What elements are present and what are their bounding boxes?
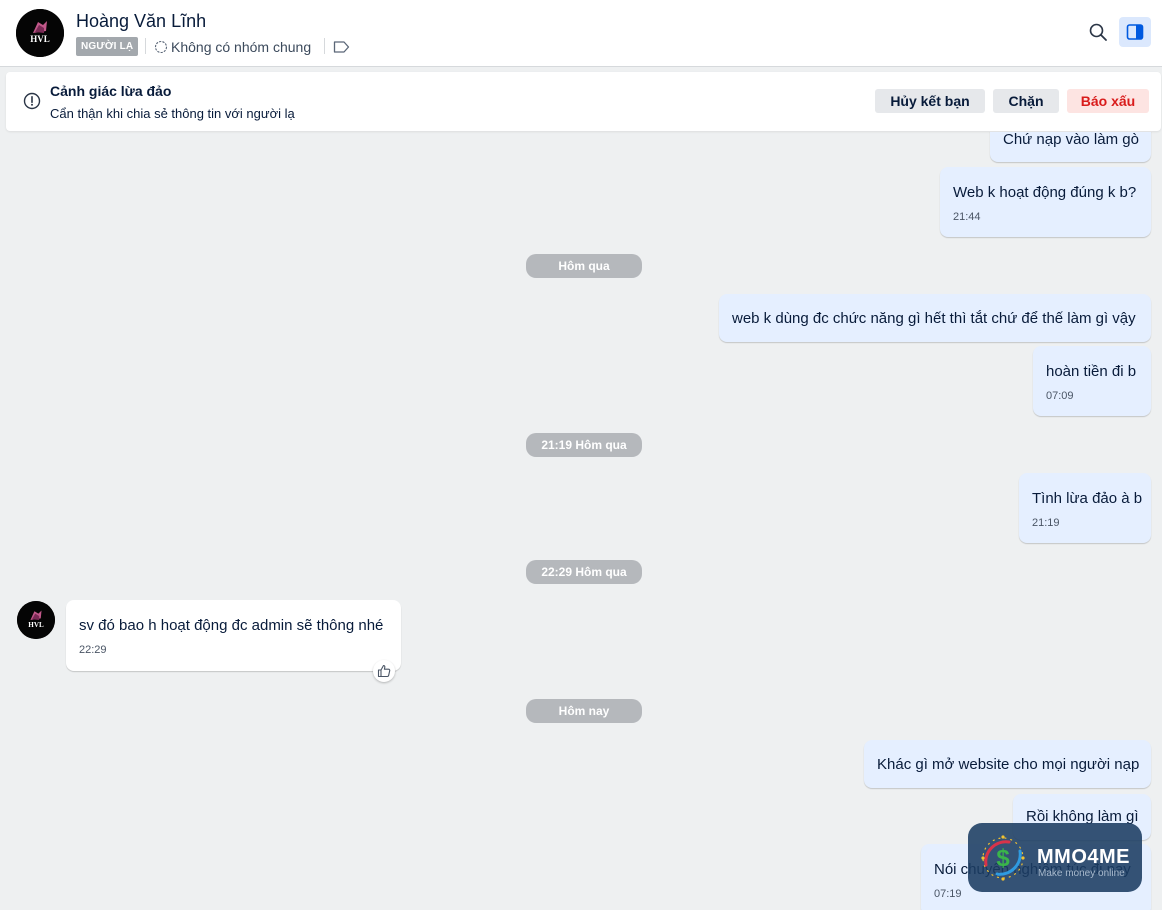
report-button[interactable]: Báo xấu [1067, 89, 1149, 113]
chat-window: HVL Hoàng Văn Lĩnh NGƯỜI LẠ Không có nhó… [0, 0, 1162, 910]
date-separator: Hôm nay [526, 699, 642, 723]
toggle-sidebar-button[interactable] [1119, 17, 1151, 47]
message-bubble[interactable]: Khác gì mở website cho mọi người nạp [864, 740, 1151, 788]
stranger-badge: NGƯỜI LẠ [76, 37, 139, 56]
mmo4me-watermark: $ MMO4ME Make money online [968, 823, 1142, 892]
watermark-tagline: Make money online [1038, 868, 1125, 879]
search-icon[interactable] [1088, 22, 1108, 42]
message-text: Web k hoạt động đúng k b? [953, 184, 1137, 201]
conversation-header: HVL Hoàng Văn Lĩnh NGƯỜI LẠ Không có nhó… [0, 0, 1162, 67]
message-bubble[interactable]: sv đó bao h hoạt động đc admin sẽ thông … [66, 600, 401, 671]
date-separator: 22:29 Hôm qua [526, 560, 642, 584]
header-divider [145, 38, 146, 54]
thumbs-up-icon [377, 664, 391, 678]
watermark-name: MMO4ME [1037, 846, 1130, 868]
banner-title: Cảnh giác lừa đảo [50, 83, 172, 99]
message-bubble[interactable]: Tình lừa đảo à b 21:19 [1019, 473, 1151, 543]
message-time: 21:19 [1032, 517, 1060, 529]
sender-avatar[interactable]: HVL [17, 601, 55, 639]
message-text: Khác gì mở website cho mọi người nạp [877, 756, 1140, 773]
message-text: web k dùng đc chức năng gì hết thì tắt c… [732, 310, 1136, 327]
header-divider [324, 38, 325, 54]
dollar-logo-icon: $ [981, 835, 1025, 881]
message-bubble[interactable]: Web k hoạt động đúng k b? 21:44 [940, 167, 1151, 237]
avatar-initials: HVL [30, 34, 50, 44]
contact-name[interactable]: Hoàng Văn Lĩnh [76, 11, 206, 32]
message-text: sv đó bao h hoạt động đc admin sẽ thông … [79, 617, 384, 634]
info-circle-icon [23, 92, 41, 110]
date-separator: 21:19 Hôm qua [526, 433, 642, 457]
message-text: Tình lừa đảo à b [1032, 490, 1143, 507]
tag-icon[interactable] [333, 40, 350, 54]
banner-subtitle: Cẩn thận khi chia sẻ thông tin với người… [50, 106, 295, 121]
message-bubble[interactable]: Chứ nạp vào làm gò [990, 132, 1151, 162]
message-text: Chứ nạp vào làm gò [1003, 132, 1139, 148]
svg-text:$: $ [996, 845, 1010, 872]
block-button[interactable]: Chặn [993, 89, 1059, 113]
sidebar-panel-icon [1126, 24, 1144, 40]
groups-icon [154, 40, 168, 54]
message-time: 07:09 [1046, 390, 1074, 402]
message-time: 22:29 [79, 644, 107, 656]
message-bubble[interactable]: hoàn tiền đi b 07:09 [1033, 346, 1151, 416]
message-list[interactable]: Chứ nạp vào làm gò Web k hoạt động đúng … [0, 132, 1162, 910]
avatar-initials: HVL [28, 621, 44, 629]
contact-avatar[interactable]: HVL [16, 9, 64, 57]
date-separator: Hôm qua [526, 254, 642, 278]
message-bubble[interactable]: web k dùng đc chức năng gì hết thì tắt c… [719, 294, 1151, 342]
message-text: hoàn tiền đi b [1046, 363, 1137, 380]
mutual-groups[interactable]: Không có nhóm chung [154, 37, 311, 57]
mutual-groups-label: Không có nhóm chung [171, 39, 312, 55]
scam-warning-banner: Cảnh giác lừa đảo Cẩn thận khi chia sẻ t… [6, 72, 1161, 131]
unfriend-button[interactable]: Hủy kết bạn [875, 89, 985, 113]
reaction-like-button[interactable] [373, 660, 395, 682]
message-time: 21:44 [953, 211, 981, 223]
message-time: 07:19 [934, 888, 962, 900]
